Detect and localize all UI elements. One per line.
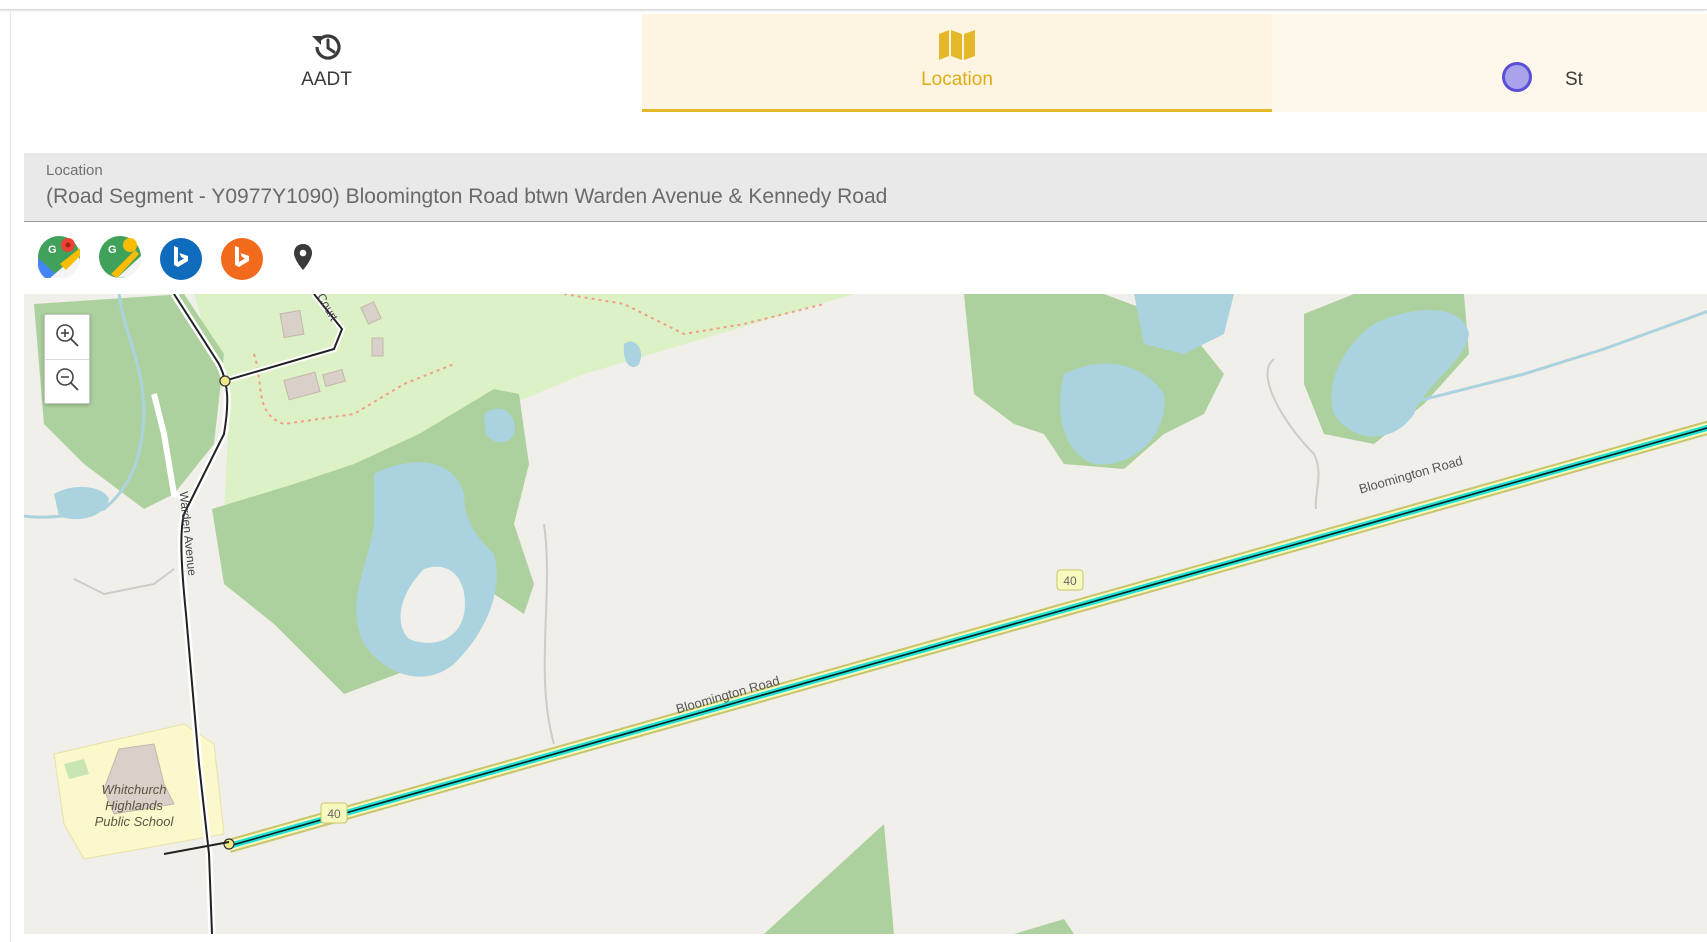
tab-status[interactable]: St [1272, 14, 1707, 112]
map-building-3 [371, 337, 384, 357]
school-label-line3: Public School [95, 814, 175, 829]
zoom-out-button[interactable] [45, 359, 89, 403]
zoom-in-button[interactable] [45, 315, 89, 360]
intersection-node-2 [223, 838, 235, 850]
status-dot-icon [1502, 62, 1532, 92]
tab-aadt-label: AADT [301, 69, 352, 90]
school-label-line2: Highlands [105, 798, 163, 813]
google-street-view-icon: G [99, 235, 141, 283]
history-icon [308, 28, 346, 71]
map-icon [937, 28, 977, 67]
google-maps-link[interactable]: G [37, 235, 80, 283]
map-canvas: 40 40 Bloomington Road Bloomington Road … [24, 294, 1707, 934]
location-field[interactable]: Location (Road Segment - Y0977Y1090) Blo… [24, 153, 1707, 222]
location-field-label: Location [46, 162, 103, 179]
tab-location[interactable]: Location [642, 14, 1272, 112]
location-field-value[interactable]: (Road Segment - Y0977Y1090) Bloomington … [46, 185, 887, 209]
intersection-node-1 [219, 375, 231, 387]
tab-status-label: St [1565, 69, 1583, 90]
map-building-1 [279, 309, 305, 339]
zoom-in-icon [54, 322, 80, 353]
tab-location-label: Location [921, 69, 993, 90]
tab-aadt[interactable]: AADT [11, 14, 642, 112]
top-bar [0, 0, 1707, 10]
bing-maps-icon [169, 244, 193, 275]
route-shield-1: 40 [327, 807, 341, 821]
google-maps-icon: G [37, 235, 80, 283]
google-street-view-link[interactable]: G [99, 235, 141, 283]
route-shield-2: 40 [1063, 574, 1077, 588]
map-pin-icon [292, 243, 314, 276]
zoom-out-icon [54, 366, 80, 397]
drop-pin-link[interactable] [282, 238, 324, 280]
map-view[interactable]: 40 40 Bloomington Road Bloomington Road … [24, 294, 1707, 934]
svg-text:G: G [48, 244, 57, 256]
bing-streetside-link[interactable] [221, 238, 263, 280]
zoom-control [44, 314, 90, 404]
bing-maps-link[interactable] [160, 238, 202, 280]
school-label-line1: Whitchurch [101, 782, 166, 797]
bing-streetside-icon [230, 244, 254, 275]
svg-text:G: G [108, 244, 117, 256]
